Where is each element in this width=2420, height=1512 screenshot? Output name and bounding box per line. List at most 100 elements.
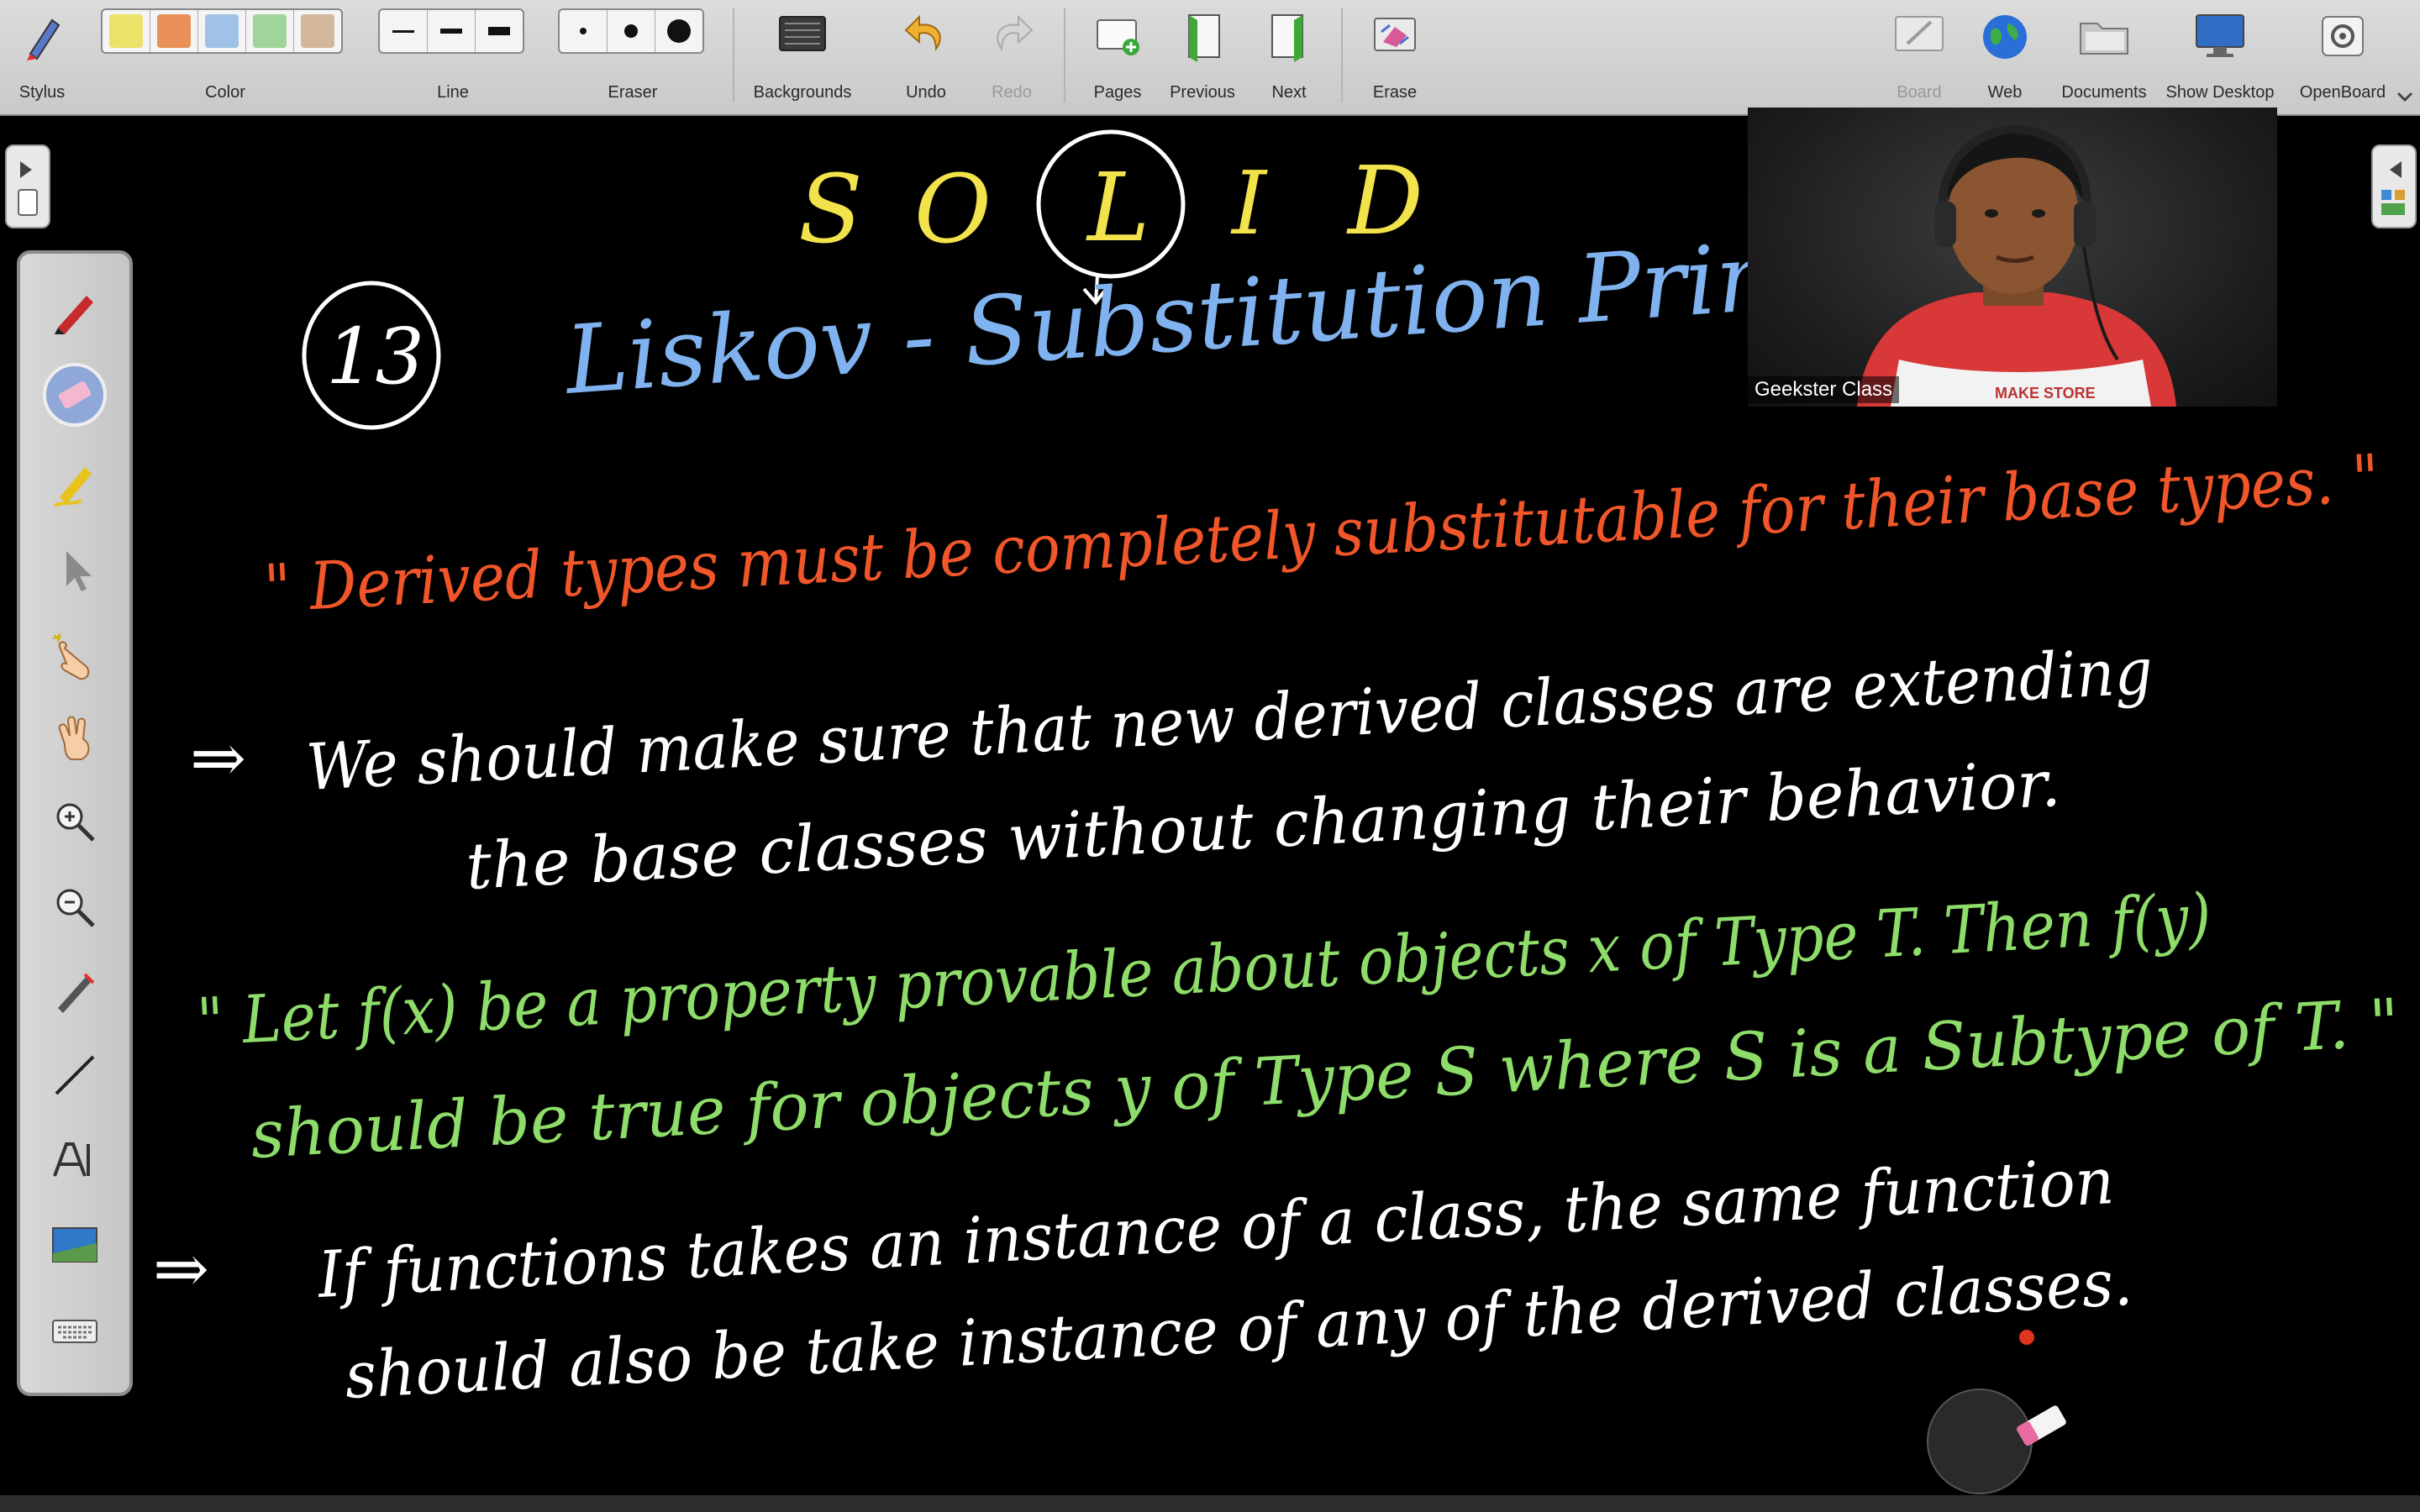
next-label: Next bbox=[1271, 83, 1307, 102]
eraser-medium-button[interactable] bbox=[608, 10, 655, 52]
stylus-icon bbox=[27, 18, 60, 60]
documents-button[interactable]: Documents bbox=[2054, 8, 2154, 106]
toolbar-divider bbox=[733, 8, 734, 102]
heading-letter-d: D bbox=[1346, 147, 1423, 256]
backgrounds-label: Backgrounds bbox=[753, 83, 852, 102]
erase-button[interactable]: Erase bbox=[1361, 8, 1428, 106]
zoom-out-icon bbox=[56, 889, 95, 927]
next-button[interactable]: Next bbox=[1255, 8, 1323, 106]
color-label: Color bbox=[205, 83, 245, 102]
select-tool-button[interactable] bbox=[41, 536, 108, 603]
eraser-label: Eraser bbox=[608, 83, 658, 102]
line-label: Line bbox=[437, 83, 469, 102]
undo-icon bbox=[904, 14, 941, 52]
backgrounds-icon bbox=[779, 16, 826, 51]
stylus-button[interactable]: Stylus bbox=[8, 8, 76, 106]
toolbar-divider bbox=[1341, 8, 1343, 102]
color-swatch-orange[interactable] bbox=[150, 10, 198, 52]
keyboard-button[interactable] bbox=[41, 1297, 108, 1364]
heading-letter-o: O bbox=[914, 155, 992, 265]
next-page-icon bbox=[1271, 14, 1303, 62]
eraser-tool-button[interactable] bbox=[41, 361, 108, 428]
previous-button[interactable]: Previous bbox=[1165, 8, 1240, 106]
hand-tool-button[interactable] bbox=[41, 704, 108, 771]
eraser-sizes bbox=[558, 8, 704, 54]
redo-icon bbox=[997, 14, 1034, 52]
stylus-palette bbox=[17, 250, 133, 1396]
erase-board-icon bbox=[1374, 18, 1416, 51]
undo-label: Undo bbox=[906, 83, 946, 102]
color-swatch-yellow[interactable] bbox=[103, 10, 150, 52]
line-thick-button[interactable] bbox=[476, 10, 523, 52]
redo-label: Redo bbox=[992, 83, 1032, 102]
eraser-small-button[interactable] bbox=[560, 10, 608, 52]
pointer-arrow-icon bbox=[66, 551, 92, 591]
board-button[interactable]: Board bbox=[1886, 8, 1953, 106]
board-label: Board bbox=[1897, 83, 1942, 102]
interact-tool-button[interactable] bbox=[41, 622, 108, 689]
web-button[interactable]: Web bbox=[1971, 8, 2039, 106]
text-tool-icon bbox=[53, 1142, 90, 1177]
color-swatch-blue[interactable] bbox=[198, 10, 246, 52]
bottom-status-bar bbox=[0, 1495, 2420, 1512]
heading-letter-l: L bbox=[1086, 154, 1150, 263]
previous-label: Previous bbox=[1170, 83, 1235, 102]
folder-icon bbox=[2080, 23, 2128, 55]
toolbar-divider bbox=[1064, 8, 1065, 102]
backgrounds-button[interactable]: Backgrounds bbox=[744, 8, 860, 106]
line-tool-button[interactable] bbox=[41, 1042, 108, 1109]
undo-button[interactable]: Undo bbox=[892, 8, 960, 106]
pages-label: Pages bbox=[1093, 83, 1142, 102]
desktop-monitor-icon bbox=[2196, 14, 2244, 57]
eraser-cursor bbox=[1927, 1389, 2033, 1494]
erase-label: Erase bbox=[1372, 83, 1418, 102]
text-tool-button[interactable] bbox=[41, 1127, 108, 1194]
eraser-large-button[interactable] bbox=[655, 10, 702, 52]
line-widths bbox=[378, 8, 524, 54]
stylus-label: Stylus bbox=[18, 83, 66, 102]
eraser-icon bbox=[43, 363, 107, 427]
heading-letter-s: S bbox=[798, 155, 863, 265]
panel-expand-icon bbox=[18, 161, 38, 216]
right-panel-toggle[interactable] bbox=[2371, 144, 2417, 228]
webcam-video: MAKE STORE Geekster Class bbox=[1748, 108, 2277, 407]
arrow-one: ⇒ bbox=[190, 719, 246, 797]
hand-pan-icon bbox=[58, 716, 90, 760]
pen-icon bbox=[55, 296, 93, 334]
marker-tool-button[interactable] bbox=[41, 450, 108, 517]
openboard-button[interactable]: OpenBoard bbox=[2292, 8, 2393, 106]
show-desktop-label: Show Desktop bbox=[2165, 83, 2275, 102]
laser-pointer-button[interactable] bbox=[41, 958, 108, 1025]
laser-pointer-icon bbox=[58, 973, 95, 1013]
redo-button[interactable]: Redo bbox=[978, 8, 1045, 106]
pages-button[interactable]: Pages bbox=[1084, 8, 1151, 106]
line-medium-button[interactable] bbox=[428, 10, 476, 52]
arrow-two: ⇒ bbox=[153, 1230, 209, 1308]
color-swatch-green[interactable] bbox=[246, 10, 294, 52]
line-thin-button[interactable] bbox=[380, 10, 428, 52]
marker-icon bbox=[54, 467, 92, 507]
color-swatches bbox=[101, 8, 343, 54]
zoom-in-button[interactable] bbox=[41, 788, 108, 855]
keyboard-icon bbox=[52, 1320, 97, 1343]
globe-icon bbox=[1983, 15, 2027, 59]
heading-letter-i: I bbox=[1230, 152, 1268, 255]
shirt-print: MAKE STORE bbox=[1995, 385, 2096, 402]
eraser-cursor-icon bbox=[2017, 1405, 2066, 1446]
capture-tool-button[interactable] bbox=[41, 1211, 108, 1278]
web-label: Web bbox=[1987, 83, 2023, 102]
zoom-out-button[interactable] bbox=[41, 874, 108, 941]
left-panel-toggle[interactable] bbox=[5, 144, 50, 228]
pen-tool-button[interactable] bbox=[41, 277, 108, 344]
color-swatch-tan[interactable] bbox=[294, 10, 341, 52]
presenter-silhouette: MAKE STORE bbox=[1857, 124, 2176, 407]
overflow-chevron-icon[interactable] bbox=[2396, 91, 2413, 102]
openboard-settings-icon bbox=[2322, 16, 2364, 56]
openboard-label: OpenBoard bbox=[2299, 83, 2386, 102]
principle-number: 13 bbox=[326, 312, 424, 402]
show-desktop-button[interactable]: Show Desktop bbox=[2161, 8, 2279, 106]
documents-label: Documents bbox=[2061, 83, 2147, 102]
main-toolbar: Stylus Color Line Eraser Backgrounds Und… bbox=[0, 0, 2420, 116]
zoom-in-icon bbox=[56, 803, 95, 842]
pages-icon bbox=[1097, 19, 1139, 55]
